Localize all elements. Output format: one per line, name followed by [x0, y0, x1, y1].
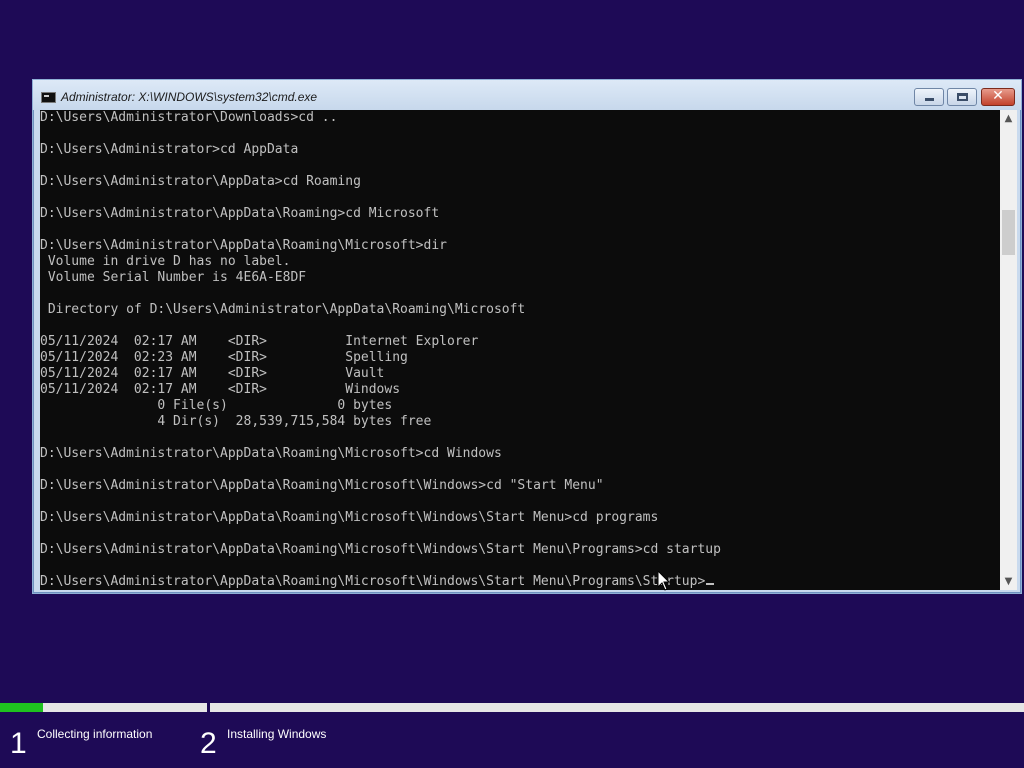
setup-progress-bar [0, 703, 1024, 713]
scroll-down-arrow-icon[interactable]: ▼ [1000, 573, 1017, 590]
cmd-icon [41, 92, 56, 103]
window-title: Administrator: X:\WINDOWS\system32\cmd.e… [61, 90, 318, 104]
scroll-thumb[interactable] [1002, 210, 1015, 255]
step-2-label: Installing Windows [227, 727, 327, 741]
cmd-window[interactable]: Administrator: X:\WINDOWS\system32\cmd.e… [32, 79, 1022, 594]
console-output[interactable]: D:\Users\Administrator\Downloads>cd .. D… [40, 110, 1000, 590]
maximize-button[interactable] [947, 88, 977, 106]
close-button[interactable]: ✕ [981, 88, 1015, 106]
close-icon: ✕ [992, 88, 1004, 104]
minimize-button[interactable] [914, 88, 944, 106]
step-1-number: 1 [10, 727, 27, 760]
text-cursor-caret [706, 583, 715, 585]
step-2-number: 2 [200, 727, 217, 760]
scroll-up-arrow-icon[interactable]: ▲ [1000, 110, 1017, 127]
console-text: D:\Users\Administrator\Downloads>cd .. D… [40, 110, 721, 589]
vertical-scrollbar[interactable]: ▲ ▼ [1000, 110, 1017, 590]
step-1-label: Collecting information [37, 727, 153, 741]
title-bar[interactable]: Administrator: X:\WINDOWS\system32\cmd.e… [33, 80, 1021, 110]
maximize-icon [957, 93, 968, 101]
progress-segment-installing [210, 703, 1024, 712]
progress-segment-collecting [0, 703, 207, 712]
progress-fill [0, 703, 44, 712]
minimize-icon [925, 98, 934, 101]
mouse-cursor-icon [658, 571, 670, 591]
